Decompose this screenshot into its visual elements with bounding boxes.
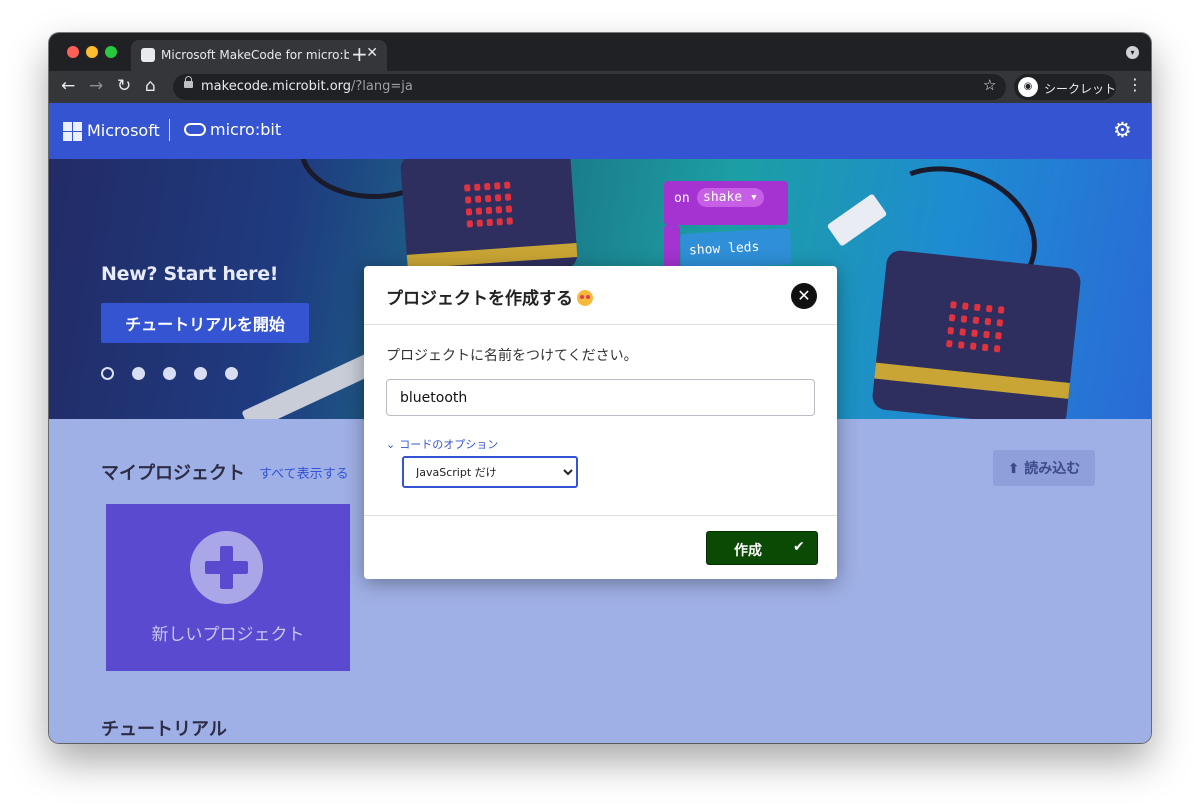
dialog-body: プロジェクトに名前をつけてください。 ⌄コードのオプション JavaScript…: [364, 325, 837, 515]
language-select[interactable]: JavaScript だけ: [402, 456, 578, 488]
microbit-board-left-image: [399, 159, 579, 280]
makecode-favicon-icon: [141, 48, 155, 62]
lock-icon: [184, 76, 193, 88]
name-prompt: プロジェクトに名前をつけてください。: [386, 348, 638, 364]
checkmark-icon: ✔: [793, 539, 805, 555]
dialog-title: プロジェクトを作成する: [386, 284, 593, 309]
browser-menu-icon[interactable]: ⋮: [1127, 75, 1143, 94]
address-url: makecode.microbit.org/?lang=ja: [201, 79, 413, 94]
import-label: 読み込む: [1024, 461, 1081, 477]
create-label: 作成: [734, 543, 762, 559]
carousel-dot-2[interactable]: [132, 367, 145, 380]
browser-tab[interactable]: Microsoft MakeCode for micro:bit ✕: [131, 40, 387, 71]
microsoft-name[interactable]: Microsoft: [87, 121, 160, 140]
forward-icon[interactable]: →: [89, 76, 103, 96]
bookmark-star-icon[interactable]: ☆: [983, 76, 996, 94]
carousel-dot-4[interactable]: [194, 367, 207, 380]
address-bar[interactable]: makecode.microbit.org/?lang=ja: [173, 74, 1006, 100]
on-shake-block-image: on shake ▾: [664, 181, 788, 225]
show-all-link[interactable]: すべて表示する: [259, 463, 349, 482]
new-project-label: 新しいプロジェクト: [151, 625, 305, 645]
site-header: Microsoft micro:bit ⚙: [49, 103, 1151, 159]
zoom-window-button[interactable]: [105, 46, 117, 58]
start-tutorial-button[interactable]: チュートリアルを開始: [101, 303, 309, 343]
heart-eyes-emoji-icon: [577, 290, 593, 306]
incognito-profile-button[interactable]: ◉ シークレット: [1014, 74, 1116, 100]
incognito-icon: ◉: [1018, 77, 1038, 97]
carousel-dot-1[interactable]: [101, 367, 114, 380]
dialog-footer: 作成 ✔: [364, 515, 837, 579]
close-icon[interactable]: ✕: [791, 283, 817, 309]
home-icon[interactable]: ⌂: [145, 76, 156, 96]
edge-connector-decoration: [406, 242, 578, 269]
show-leds-block-image: show leds: [680, 228, 792, 270]
block-on-text: on: [674, 191, 690, 206]
header-divider: [169, 119, 170, 141]
tutorials-heading: チュートリアル: [101, 719, 227, 740]
block-shake-text: shake ▾: [697, 188, 764, 207]
code-options-toggle[interactable]: ⌄ コードのオプション: [386, 436, 498, 452]
code-options-label: コードのオプション: [399, 438, 499, 451]
incognito-label: シークレット: [1044, 82, 1117, 96]
back-icon[interactable]: ←: [61, 76, 75, 96]
new-tab-button[interactable]: +: [351, 42, 368, 66]
reload-icon[interactable]: ↻: [117, 76, 131, 96]
settings-gear-icon[interactable]: ⚙: [1113, 118, 1132, 142]
tab-search-icon[interactable]: ▾: [1126, 46, 1139, 59]
microbit-logo-icon[interactable]: [184, 123, 206, 136]
microbit-name[interactable]: micro:bit: [210, 120, 281, 139]
tab-title: Microsoft MakeCode for micro:bit: [161, 48, 349, 62]
carousel-dots: [101, 365, 256, 384]
carousel-dot-3[interactable]: [163, 367, 176, 380]
carousel-dot-5[interactable]: [225, 367, 238, 380]
tab-close-icon[interactable]: ✕: [366, 45, 378, 61]
import-button[interactable]: ⬆ 読み込む: [993, 450, 1095, 486]
tab-strip: Microsoft MakeCode for micro:bit ✕ + ▾: [49, 33, 1151, 71]
dialog-header: プロジェクトを作成する ✕: [364, 266, 837, 325]
microbit-board-right-image: [871, 249, 1082, 419]
close-window-button[interactable]: [67, 46, 79, 58]
new-project-card[interactable]: 新しいプロジェクト: [106, 504, 350, 671]
block-show-leds-text: show leds: [688, 239, 760, 259]
project-name-input[interactable]: [386, 379, 815, 416]
chevron-down-icon: ⌄: [386, 438, 396, 451]
upload-icon: ⬆: [1007, 461, 1025, 477]
edge-connector-right-decoration: [874, 362, 1070, 399]
plus-icon: [190, 531, 263, 604]
browser-toolbar: ← → ↻ ⌂ makecode.microbit.org/?lang=ja ☆…: [49, 71, 1151, 103]
create-project-dialog: プロジェクトを作成する ✕ プロジェクトに名前をつけてください。 ⌄コードのオプ…: [364, 266, 837, 579]
hero-title: New? Start here!: [101, 263, 279, 285]
my-projects-heading: マイプロジェクト: [101, 463, 245, 484]
minimize-window-button[interactable]: [86, 46, 98, 58]
create-button[interactable]: 作成 ✔: [706, 531, 818, 565]
microsoft-logo-icon[interactable]: [63, 122, 82, 141]
